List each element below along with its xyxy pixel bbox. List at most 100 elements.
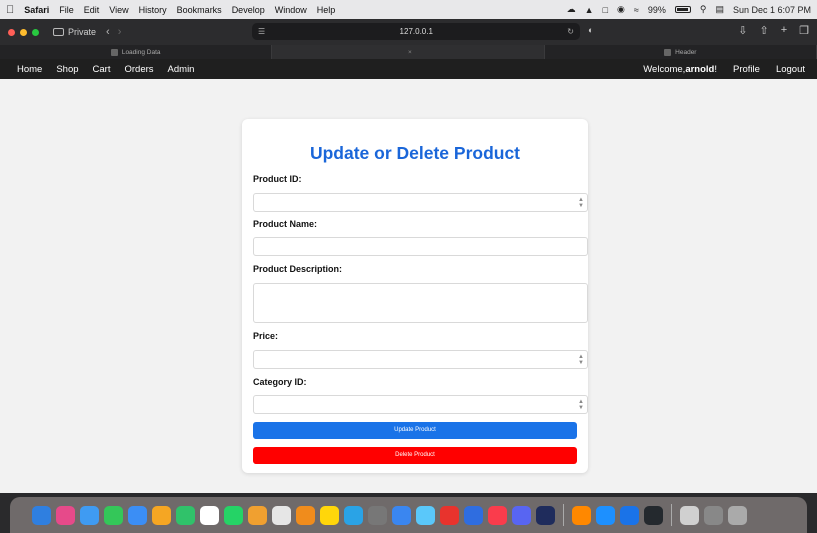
product-id-input[interactable]: ▲ ▼ — [253, 193, 588, 212]
dock-app-icon[interactable] — [488, 505, 507, 525]
upload-icon[interactable]: ▲ — [585, 5, 594, 15]
category-id-input[interactable]: ▲ ▼ — [253, 395, 588, 414]
product-name-input[interactable] — [253, 237, 588, 256]
dock-app-icon[interactable] — [464, 505, 483, 525]
nav-profile[interactable]: Profile — [733, 64, 760, 75]
update-product-button[interactable]: Update Product — [253, 422, 577, 439]
search-icon[interactable]: ⚲ — [700, 4, 707, 15]
dock-app-icon[interactable] — [224, 505, 243, 525]
dock-app-icon[interactable] — [416, 505, 435, 525]
battery-percent[interactable]: 99% — [648, 5, 666, 15]
dock-app-icon[interactable] — [704, 505, 723, 525]
welcome-prefix: Welcome, — [643, 63, 686, 75]
site-navbar: Home Shop Cart Orders Admin Welcome,arno… — [0, 59, 817, 79]
dock-app-icon[interactable] — [272, 505, 291, 525]
product-name-label: Product Name: — [253, 219, 318, 229]
menu-develop[interactable]: Develop — [232, 5, 265, 15]
clock[interactable]: Sun Dec 1 6:07 PM — [733, 5, 811, 15]
nav-cart[interactable]: Cart — [93, 64, 111, 75]
dock-app-icon[interactable] — [176, 505, 195, 525]
menu-app-name[interactable]: Safari — [24, 5, 49, 15]
nav-admin[interactable]: Admin — [168, 64, 195, 75]
dock-app-icon[interactable] — [536, 505, 555, 525]
number-stepper-icon[interactable]: ▲ ▼ — [578, 399, 584, 411]
dock-app-icon[interactable] — [320, 505, 339, 525]
price-label: Price: — [253, 331, 279, 341]
record-icon[interactable]: ◉ — [617, 4, 625, 15]
dock-app-icon[interactable] — [104, 505, 123, 525]
tab-overview-icon-right[interactable]: ❐ — [799, 24, 809, 37]
price-input[interactable]: ▲ ▼ — [253, 350, 588, 369]
cloud-icon[interactable]: ☁ — [567, 4, 576, 15]
privacy-shield-icon[interactable]: ◐ — [588, 25, 593, 35]
category-id-label: Category ID: — [253, 377, 307, 387]
back-icon[interactable]: ‹ — [106, 26, 110, 38]
downloads-icon[interactable]: ⇩ — [738, 24, 747, 37]
page-title: Update or Delete Product — [309, 143, 521, 163]
dock-app-icon[interactable] — [368, 505, 387, 525]
tab-label: Loading Data — [121, 48, 161, 56]
dock-app-icon[interactable] — [572, 505, 591, 525]
menu-file[interactable]: File — [59, 5, 74, 15]
tab-loading-data[interactable]: Loading Data — [0, 45, 273, 59]
close-window-button[interactable] — [8, 28, 15, 36]
product-description-label: Product Description: — [253, 264, 343, 274]
dock-app-icon[interactable] — [248, 505, 267, 525]
dock-app-icon[interactable] — [392, 505, 411, 525]
tab-current[interactable]: × — [272, 45, 545, 59]
window-controls — [8, 28, 39, 36]
share-icon[interactable]: ⇧ — [759, 24, 768, 37]
sidebar-icon — [53, 28, 64, 36]
menu-view[interactable]: View — [109, 5, 128, 15]
menu-window[interactable]: Window — [275, 5, 307, 15]
menu-history[interactable]: History — [139, 5, 167, 15]
dock-app-icon[interactable] — [680, 505, 699, 525]
dock-app-icon[interactable] — [80, 505, 99, 525]
product-description-textarea[interactable] — [253, 283, 588, 323]
dock-app-icon[interactable] — [512, 505, 531, 525]
minimize-window-button[interactable] — [20, 28, 27, 36]
new-tab-icon[interactable]: + — [781, 24, 787, 37]
dock-app-icon[interactable] — [200, 505, 219, 525]
dock-app-icon[interactable] — [56, 505, 75, 525]
username: arnold — [685, 63, 715, 75]
dock-app-icon[interactable] — [32, 505, 51, 525]
dock-app-icon[interactable] — [728, 505, 747, 525]
menu-bookmarks[interactable]: Bookmarks — [177, 5, 222, 15]
control-center-icon[interactable]: ▤ — [715, 4, 724, 15]
tab-favicon-icon — [664, 48, 672, 56]
dock-app-icon[interactable] — [596, 505, 615, 525]
nav-orders[interactable]: Orders — [124, 64, 153, 75]
dock-separator — [671, 504, 672, 526]
apple-menu-icon[interactable]:  — [6, 4, 14, 16]
menu-help[interactable]: Help — [317, 5, 336, 15]
number-stepper-icon[interactable]: ▲ ▼ — [578, 197, 584, 209]
dock-app-icon[interactable] — [440, 505, 459, 525]
delete-product-button[interactable]: Delete Product — [253, 447, 577, 464]
address-bar[interactable]: ☰ 127.0.0.1 ↻ — [252, 23, 580, 40]
forward-icon[interactable]: › — [118, 26, 122, 38]
reload-icon[interactable]: ↻ — [567, 27, 574, 36]
screen-mirror-icon[interactable]: □ — [603, 5, 608, 15]
nav-shop[interactable]: Shop — [56, 64, 78, 75]
wifi-icon[interactable]: ≈ — [634, 5, 639, 15]
zoom-window-button[interactable] — [32, 28, 39, 36]
tab-close-icon[interactable]: × — [408, 49, 412, 56]
menu-edit[interactable]: Edit — [84, 5, 100, 15]
tab-header[interactable]: Header — [545, 45, 817, 59]
private-label: Private — [68, 27, 97, 37]
dock-app-icon[interactable] — [296, 505, 315, 525]
macos-dock — [10, 497, 807, 533]
tab-label: Header — [675, 48, 697, 56]
dock-app-icon[interactable] — [152, 505, 171, 525]
toolbar-right-actions: ⇩ ⇧ + ❐ — [738, 24, 809, 37]
number-stepper-icon[interactable]: ▲ ▼ — [578, 354, 584, 366]
nav-logout[interactable]: Logout — [776, 64, 805, 75]
dock-app-icon[interactable] — [344, 505, 363, 525]
sidebar-toggle[interactable]: Private — [53, 27, 96, 37]
dock-app-icon[interactable] — [128, 505, 147, 525]
dock-app-icon[interactable] — [644, 505, 663, 525]
tab-overview-icon[interactable]: ☰ — [258, 27, 265, 36]
dock-app-icon[interactable] — [620, 505, 639, 525]
nav-home[interactable]: Home — [17, 64, 42, 75]
